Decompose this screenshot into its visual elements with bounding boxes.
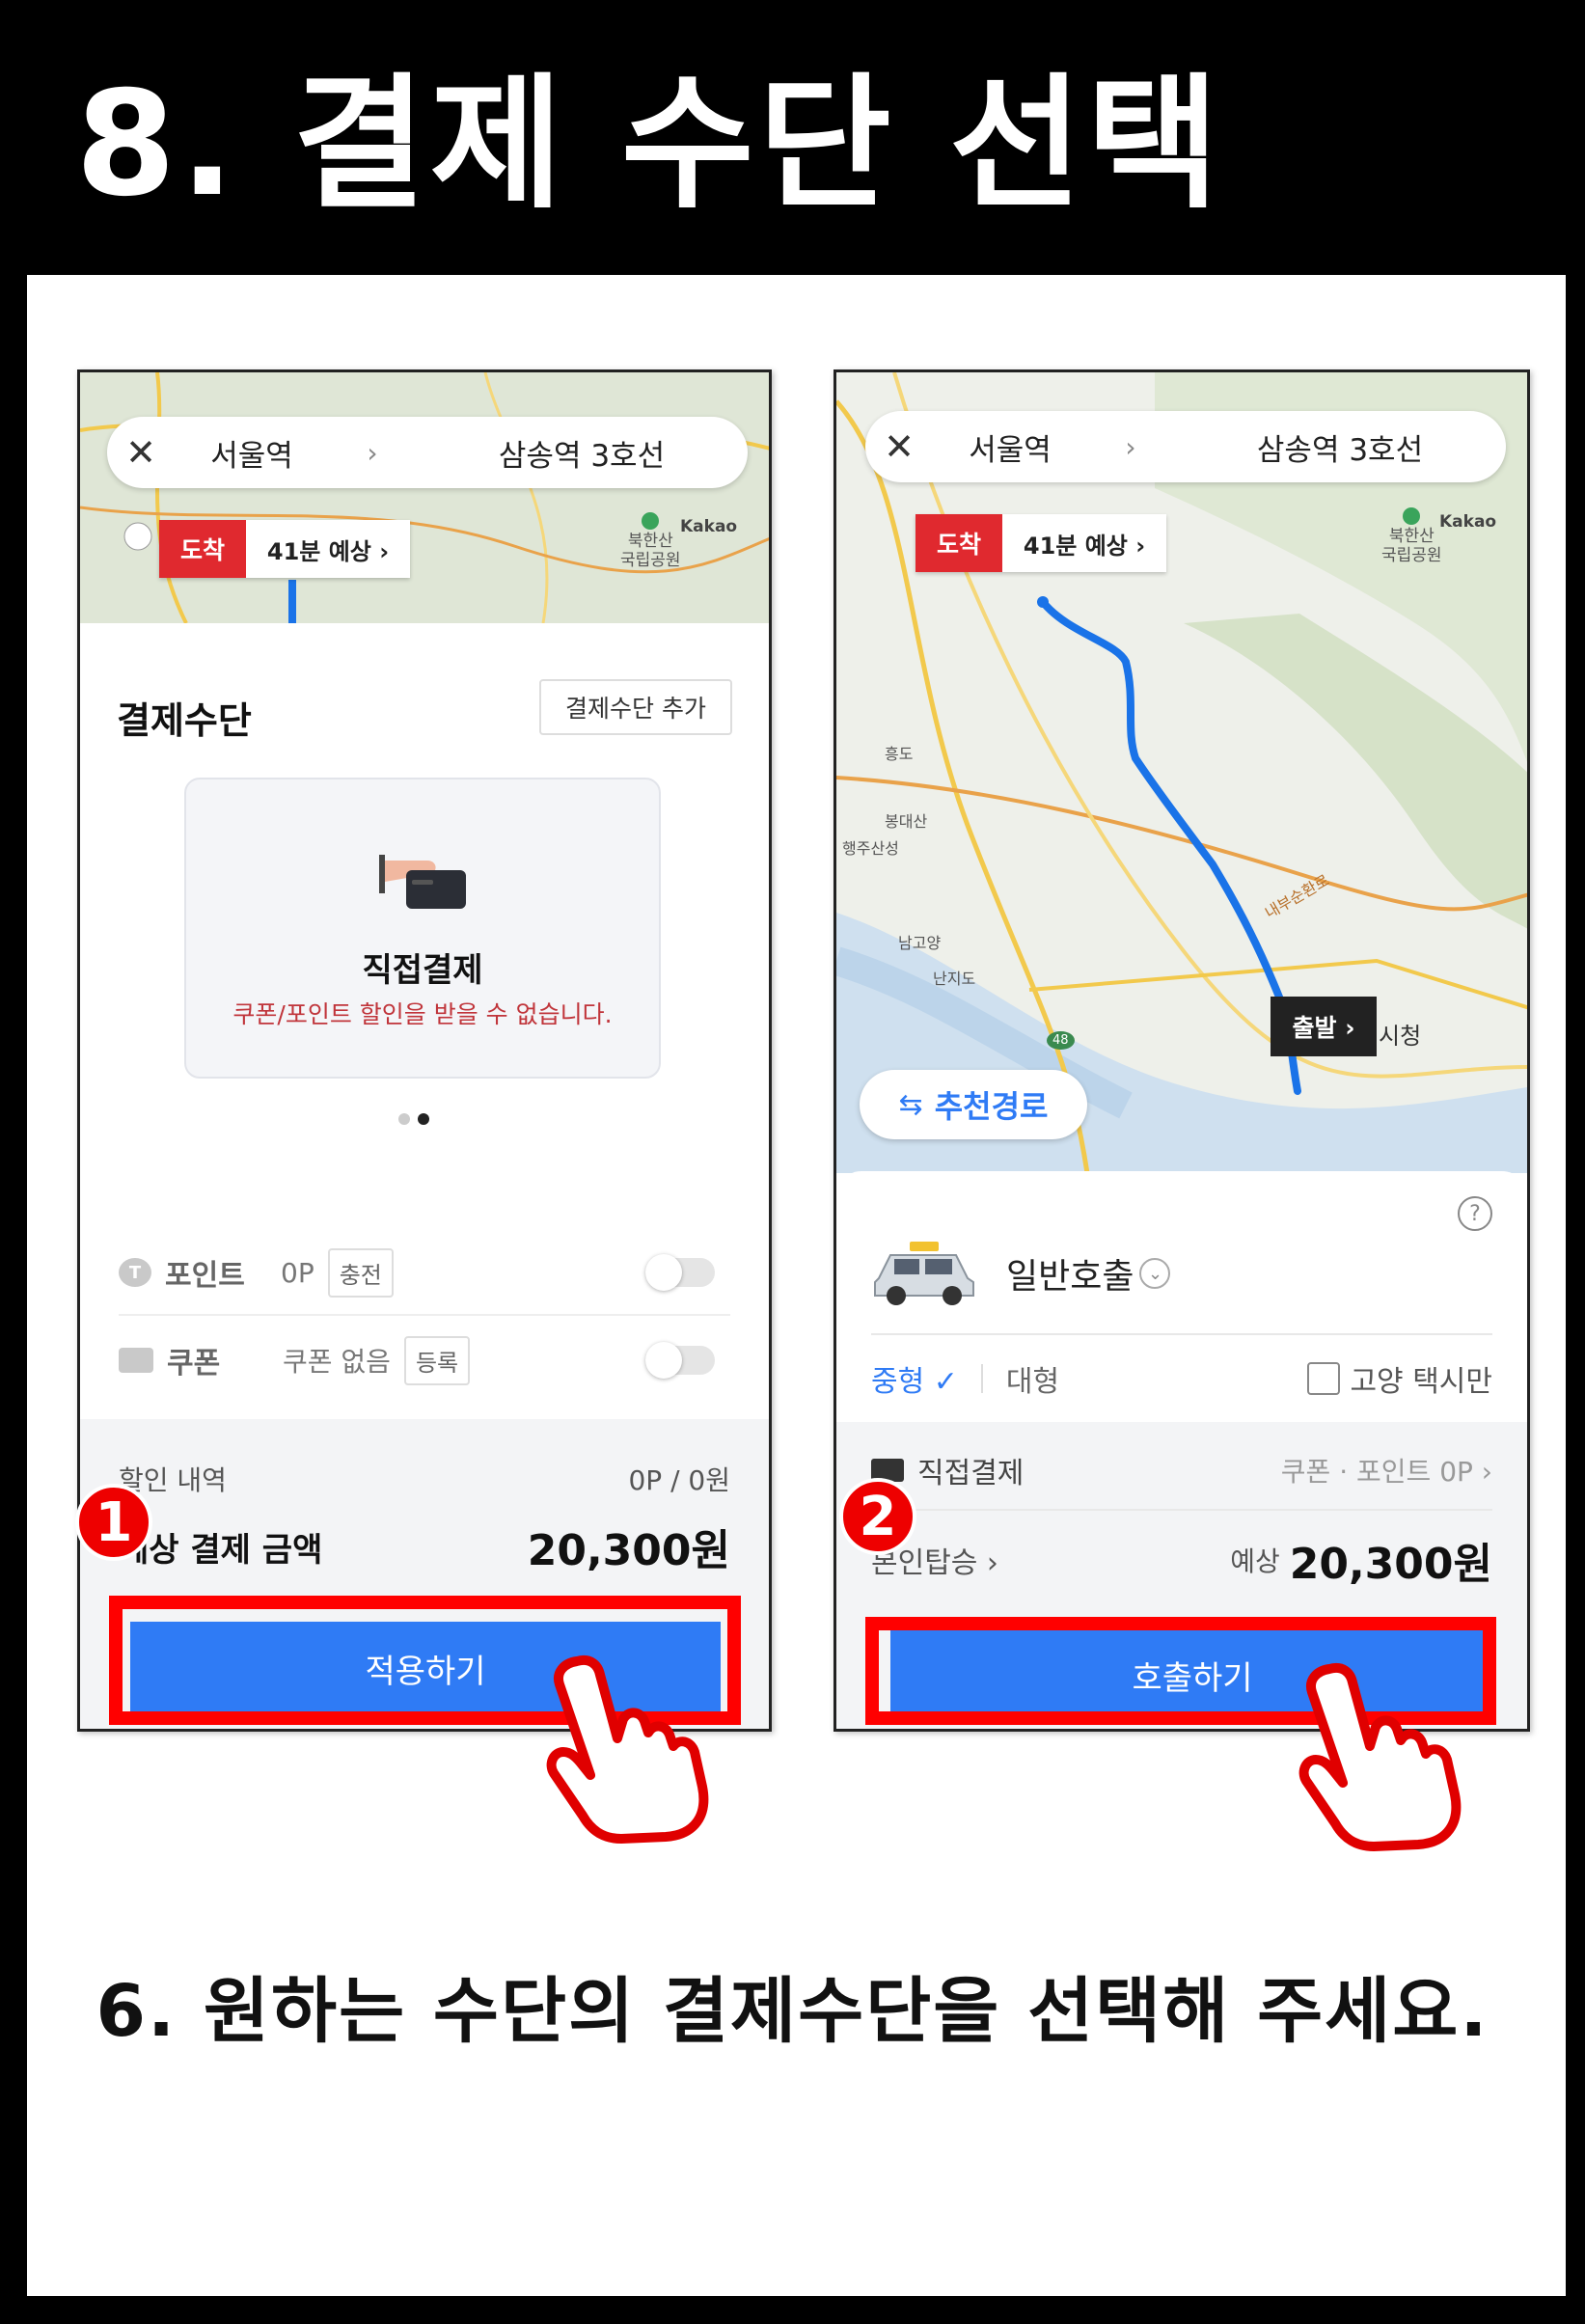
divider [980,1364,983,1393]
departure-chip[interactable]: 출발 › [1271,997,1377,1056]
chevron-down-icon[interactable]: ⌄ [1139,1258,1171,1289]
instruction-caption: 6. 원하는 수단의 결제수단을 선택해 주세요. [96,1970,1489,2053]
estimate-label: 예상 [1230,1545,1280,1577]
arrival-eta: 41분 예상 › [246,520,410,578]
carousel-dots[interactable] [398,1113,429,1125]
payment-method-name: 직접결제 [917,1457,1025,1490]
total-row: 예상 결제 금액 20,300원 [119,1516,730,1577]
route-origin[interactable]: 서울역 [175,431,329,475]
taxi-type-row[interactable]: 일반호출 ⌄ [871,1225,1171,1322]
right-phone-screenshot: ✕ 서울역 › 삼송역 3호선 도착 41분 예상 › 북한산 국립공원 Kak… [833,369,1530,1732]
charge-button[interactable]: 충전 [327,1247,394,1298]
map-label-area: 난지도 [933,970,976,988]
map-graphic [836,372,1527,1173]
size-option-large[interactable]: 대형 [1006,1357,1059,1400]
route-destination[interactable]: 삼송역 3호선 [416,431,748,475]
map-label-ic: 남고양 [898,934,942,952]
help-icon[interactable]: ? [1458,1196,1492,1231]
taxi-car-icon [874,1242,974,1305]
header-banner: 8. 결제 수단 선택 [0,0,1585,275]
kakao-logo: Kakao [1439,512,1497,532]
page-title: 8. 결제 수단 선택 [75,61,1224,229]
park-label: 북한산 국립공원 [1381,507,1442,565]
step-badge-2: 2 [839,1478,916,1555]
tree-icon [642,512,660,530]
city-hall-label: 시청 [1379,1023,1422,1050]
coupon-toggle[interactable] [645,1342,715,1379]
park-label: 북한산 국립공원 [620,512,681,570]
payment-method-sheet: 결제수단 결제수단 추가 직접결제 쿠폰/포인트 할인을 받을 수 없습니다. … [80,623,769,1729]
close-icon[interactable]: ✕ [865,425,933,468]
register-coupon-button[interactable]: 등록 [403,1335,471,1385]
taxi-type-name: 일반호출 [1006,1257,1134,1297]
arrival-eta-chip[interactable]: 도착 41분 예상 › [159,520,410,578]
discount-value: 0P / 0원 [628,1464,730,1496]
arrival-eta: 41분 예상 › [1002,514,1166,572]
checkbox-label: 고양 택시만 [1350,1365,1492,1399]
point-icon: T [119,1258,151,1287]
arrival-label: 도착 [915,514,1002,572]
route-arrow-icon: › [1125,430,1136,463]
point-row: T 포인트 0P 충전 [119,1231,730,1316]
map-label-ic: 봉대산 [885,812,928,831]
route-origin[interactable]: 서울역 [933,425,1087,469]
fare-row: 본인탑승 › 예상 20,300원 [871,1526,1492,1594]
close-icon[interactable]: ✕ [107,431,175,474]
route-bar[interactable]: ✕ 서울역 › 삼송역 3호선 [865,411,1506,482]
payment-method-row[interactable]: 직접결제 쿠폰 · 포인트 0P › [871,1441,1492,1499]
payment-card-note: 쿠폰/포인트 할인을 받을 수 없습니다. [232,1000,613,1028]
pointer-hand-icon [546,1655,709,1844]
left-phone-screenshot: ✕ 서울역 › 삼송역 3호선 도착 41분 예상 › 북한산 국립공원 Kak… [77,369,772,1732]
discount-row: 할인 내역 0P / 0원 [119,1460,730,1498]
total-amount: 20,300원 [527,1526,730,1575]
recommended-route-label: 추천경로 [934,1088,1049,1125]
route-arrow-icon: › [367,436,378,469]
estimate-price: 20,300원 [1289,1540,1492,1589]
checkbox-icon [1307,1362,1341,1395]
coupon-point-link[interactable]: 쿠폰 · 포인트 0P › [1281,1451,1492,1490]
hand-card-icon [379,855,466,909]
divider [871,1333,1492,1335]
point-label: 포인트 [165,1259,245,1293]
map-label-area: 행주산성 [842,839,899,858]
coupon-label: 쿠폰 [167,1347,221,1381]
route-destination[interactable]: 삼송역 3호선 [1174,425,1506,469]
coupon-value: 쿠폰 없음 [283,1346,391,1378]
taxi-size-selector: 중형 ✓ 대형 고양 택시만 [871,1354,1492,1403]
map-view: ✕ 서울역 › 삼송역 3호선 도착 41분 예상 › 북한산 국립공원 Kak… [80,372,769,623]
payment-card-name: 직접결제 [362,951,483,990]
coupon-icon [119,1348,153,1373]
carousel-dot[interactable] [398,1113,410,1125]
route-number-badge: 48 [1047,1031,1075,1050]
point-value: 0P [281,1256,314,1289]
size-option-mid[interactable]: 중형 ✓ [871,1357,958,1400]
direct-payment-card[interactable]: 직접결제 쿠폰/포인트 할인을 받을 수 없습니다. [184,778,661,1079]
step-badge-1: 1 [75,1484,152,1561]
map-label-ic: 흥도 [885,745,914,763]
sheet-title: 결제수단 [117,699,252,742]
kakao-logo: Kakao [680,517,738,536]
point-toggle[interactable] [645,1254,715,1291]
tree-icon [1403,507,1421,525]
add-payment-method-button[interactable]: 결제수단 추가 [539,679,732,735]
carousel-dot-active[interactable] [418,1113,429,1125]
route-icon: ⇆ [898,1087,923,1122]
route-bar[interactable]: ✕ 서울역 › 삼송역 3호선 [107,417,748,488]
arrival-label: 도착 [159,520,246,578]
goyang-only-checkbox[interactable]: 고양 택시만 [1307,1357,1492,1400]
arrival-eta-chip[interactable]: 도착 41분 예상 › [915,514,1166,572]
map-view: ✕ 서울역 › 삼송역 3호선 도착 41분 예상 › 북한산 국립공원 Kak… [836,372,1527,1173]
divider [871,1509,1492,1511]
pointer-hand-icon [1298,1663,1462,1851]
map-graphic [80,372,769,623]
recommended-route-button[interactable]: ⇆ 추천경로 [860,1070,1087,1139]
coupon-row: 쿠폰 쿠폰 없음 등록 [119,1318,730,1403]
